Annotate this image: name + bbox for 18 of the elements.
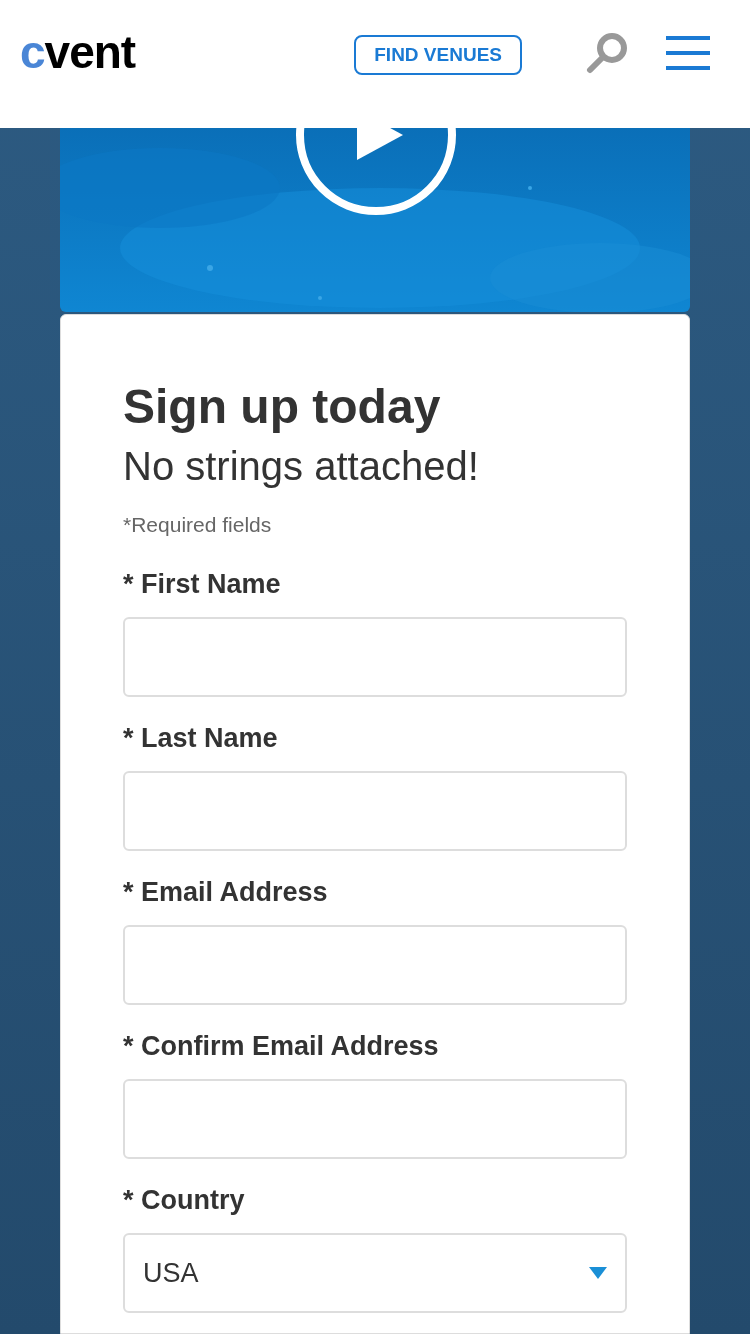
menu-icon[interactable] [666,36,710,70]
find-venues-button[interactable]: FIND VENUES [354,35,522,75]
input-field[interactable] [123,925,627,1005]
country-select[interactable]: USA [123,1233,627,1313]
input-field[interactable] [123,771,627,851]
dropdown-arrow-icon [589,1267,607,1279]
field-label: * Last Name [123,722,279,755]
field-label: * First Name [123,568,282,601]
input-field[interactable] [123,1079,627,1159]
logo[interactable]: cvent [20,29,136,75]
required-note: *Required fields [123,512,273,538]
field-label: * Country [123,1184,246,1217]
input-field[interactable] [123,617,627,697]
form-title: Sign up today [123,379,442,435]
form-subtitle: No strings attached! [123,443,480,490]
field-label: * Confirm Email Address [123,1030,440,1063]
field-label: * Email Address [123,876,329,909]
search-icon[interactable] [586,32,628,74]
